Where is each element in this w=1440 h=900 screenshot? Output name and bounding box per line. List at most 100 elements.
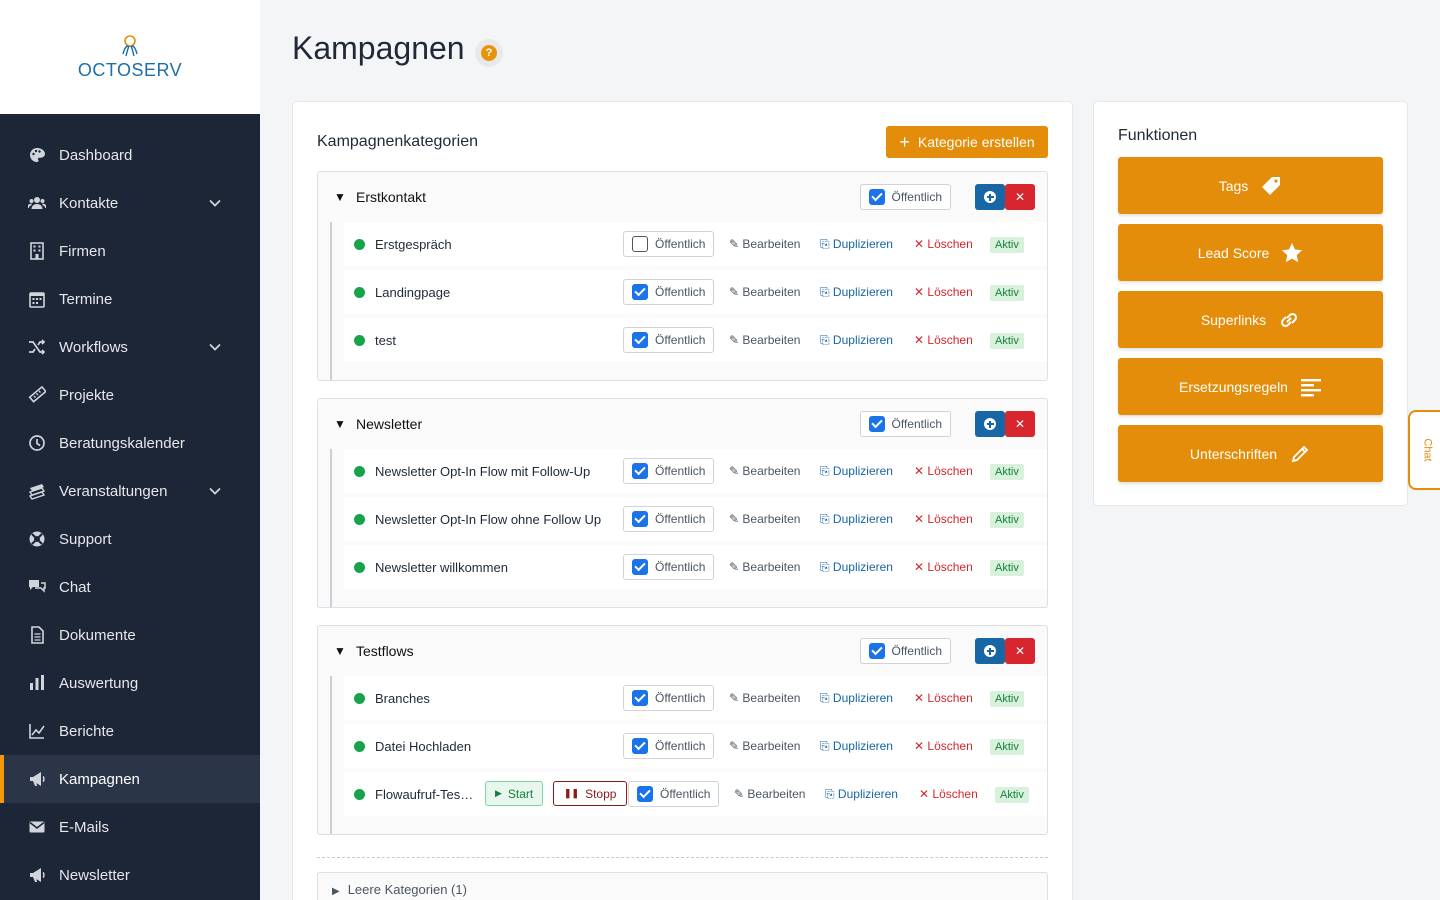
delete-category-button[interactable]: ✕ (1005, 411, 1035, 437)
flow-public-toggle[interactable]: Öffentlich (623, 554, 715, 580)
stop-button[interactable]: ❚❚ Stopp (553, 781, 628, 806)
flow-name[interactable]: Flowaufruf-Tes… (375, 787, 473, 802)
flow-public-toggle[interactable]: Öffentlich (623, 506, 715, 532)
create-category-button[interactable]: + Kategorie erstellen (886, 126, 1048, 158)
category-public-toggle[interactable]: Öffentlich (859, 184, 951, 210)
add-flow-button[interactable] (975, 411, 1005, 437)
function-button-superlinks[interactable]: Superlinks (1118, 291, 1383, 348)
category-public-toggle[interactable]: Öffentlich (859, 411, 951, 437)
duplicate-link[interactable]: ⎘ Duplizieren (820, 512, 893, 527)
start-button[interactable]: ▶ Start (485, 781, 544, 806)
sidebar-item-kampagnen[interactable]: Kampagnen (0, 755, 260, 803)
sidebar-item-newsletter[interactable]: Newsletter (0, 851, 260, 899)
delete-link[interactable]: ✕ Löschen (914, 237, 973, 251)
delete-link[interactable]: ✕ Löschen (919, 787, 978, 801)
edit-link[interactable]: ✎ Bearbeiten (729, 237, 800, 251)
checkbox[interactable] (632, 690, 648, 706)
checkbox[interactable] (637, 786, 653, 802)
sidebar-item-projekte[interactable]: Projekte (0, 371, 260, 419)
edit-link[interactable]: ✎ Bearbeiten (729, 285, 800, 299)
flow-public-toggle[interactable]: Öffentlich (623, 733, 715, 759)
caret-down-icon[interactable]: ▼ (334, 417, 346, 431)
sidebar-item-beratungskalender[interactable]: Beratungskalender (0, 419, 260, 467)
function-button-unterschriften[interactable]: Unterschriften (1118, 425, 1383, 482)
edit-link[interactable]: ✎ Bearbeiten (729, 691, 800, 705)
chevron-down-icon[interactable] (208, 340, 222, 354)
empty-categories-toggle[interactable]: ▶ Leere Kategorien (1) (317, 872, 1048, 900)
delete-link[interactable]: ✕ Löschen (914, 464, 973, 478)
duplicate-link[interactable]: ⎘ Duplizieren (820, 560, 893, 575)
chevron-down-icon[interactable] (208, 196, 222, 210)
sidebar-item-firmen[interactable]: Firmen (0, 227, 260, 275)
duplicate-link[interactable]: ⎘ Duplizieren (825, 787, 898, 802)
flow-name[interactable]: Newsletter Opt-In Flow ohne Follow Up (375, 512, 601, 527)
flow-name[interactable]: Newsletter willkommen (375, 560, 508, 575)
delete-link[interactable]: ✕ Löschen (914, 512, 973, 526)
sidebar-item-auswertung[interactable]: Auswertung (0, 659, 260, 707)
flow-public-toggle[interactable]: Öffentlich (628, 781, 720, 807)
flow-name[interactable]: test (375, 333, 396, 348)
flow-public-toggle[interactable]: Öffentlich (623, 231, 715, 257)
checkbox[interactable] (632, 738, 648, 754)
edit-link[interactable]: ✎ Bearbeiten (729, 560, 800, 574)
help-button[interactable]: ? (475, 39, 503, 67)
edit-link[interactable]: ✎ Bearbeiten (729, 512, 800, 526)
flow-name[interactable]: Branches (375, 691, 430, 706)
sidebar-item-kontakte[interactable]: Kontakte (0, 179, 260, 227)
checkbox[interactable] (868, 643, 885, 659)
sidebar-item-e-mails[interactable]: E-Mails (0, 803, 260, 851)
delete-category-button[interactable]: ✕ (1005, 184, 1035, 210)
function-button-ersetzungsregeln[interactable]: Ersetzungsregeln (1118, 358, 1383, 415)
category-public-toggle[interactable]: Öffentlich (859, 638, 951, 664)
sidebar-item-termine[interactable]: Termine (0, 275, 260, 323)
add-flow-button[interactable] (975, 638, 1005, 664)
flow-name[interactable]: Erstgespräch (375, 237, 452, 252)
checkbox[interactable] (632, 236, 648, 252)
checkbox[interactable] (632, 511, 648, 527)
checkbox[interactable] (632, 559, 648, 575)
delete-link[interactable]: ✕ Löschen (914, 691, 973, 705)
flow-public-toggle[interactable]: Öffentlich (623, 458, 715, 484)
chevron-down-icon[interactable] (208, 484, 222, 498)
sidebar-item-dokumente[interactable]: Dokumente (0, 611, 260, 659)
function-button-tags[interactable]: Tags (1118, 157, 1383, 214)
caret-down-icon[interactable]: ▼ (334, 644, 346, 658)
flow-public-toggle[interactable]: Öffentlich (623, 279, 715, 305)
checkbox[interactable] (632, 463, 648, 479)
caret-down-icon[interactable]: ▼ (334, 190, 346, 204)
delete-category-button[interactable]: ✕ (1005, 638, 1035, 664)
sidebar-item-chat[interactable]: Chat (0, 563, 260, 611)
duplicate-link[interactable]: ⎘ Duplizieren (820, 739, 893, 754)
duplicate-link[interactable]: ⎘ Duplizieren (820, 237, 893, 252)
sidebar-item-workflows[interactable]: Workflows (0, 323, 260, 371)
duplicate-link[interactable]: ⎘ Duplizieren (820, 464, 893, 479)
edit-link[interactable]: ✎ Bearbeiten (729, 739, 800, 753)
sidebar-item-support[interactable]: Support (0, 515, 260, 563)
duplicate-link[interactable]: ⎘ Duplizieren (820, 333, 893, 348)
delete-link[interactable]: ✕ Löschen (914, 285, 973, 299)
chat-tab[interactable]: Chat (1408, 410, 1440, 490)
delete-link[interactable]: ✕ Löschen (914, 739, 973, 753)
edit-link[interactable]: ✎ Bearbeiten (729, 333, 800, 347)
duplicate-link[interactable]: ⎘ Duplizieren (820, 691, 893, 706)
logo[interactable]: OCTOSERV (0, 0, 260, 114)
delete-link[interactable]: ✕ Löschen (914, 333, 973, 347)
add-flow-button[interactable] (975, 184, 1005, 210)
duplicate-link[interactable]: ⎘ Duplizieren (820, 285, 893, 300)
sidebar-item-veranstaltungen[interactable]: Veranstaltungen (0, 467, 260, 515)
checkbox[interactable] (868, 189, 885, 205)
checkbox[interactable] (632, 284, 648, 300)
function-button-lead-score[interactable]: Lead Score (1118, 224, 1383, 281)
delete-link[interactable]: ✕ Löschen (914, 560, 973, 574)
edit-link[interactable]: ✎ Bearbeiten (734, 787, 805, 801)
flow-public-toggle[interactable]: Öffentlich (623, 685, 715, 711)
flow-name[interactable]: Datei Hochladen (375, 739, 471, 754)
flow-name[interactable]: Newsletter Opt-In Flow mit Follow-Up (375, 464, 590, 479)
checkbox[interactable] (632, 332, 648, 348)
edit-link[interactable]: ✎ Bearbeiten (729, 464, 800, 478)
checkbox[interactable] (868, 416, 885, 432)
sidebar-item-dashboard[interactable]: Dashboard (0, 131, 260, 179)
flow-name[interactable]: Landingpage (375, 285, 450, 300)
flow-public-toggle[interactable]: Öffentlich (623, 327, 715, 353)
sidebar-item-berichte[interactable]: Berichte (0, 707, 260, 755)
